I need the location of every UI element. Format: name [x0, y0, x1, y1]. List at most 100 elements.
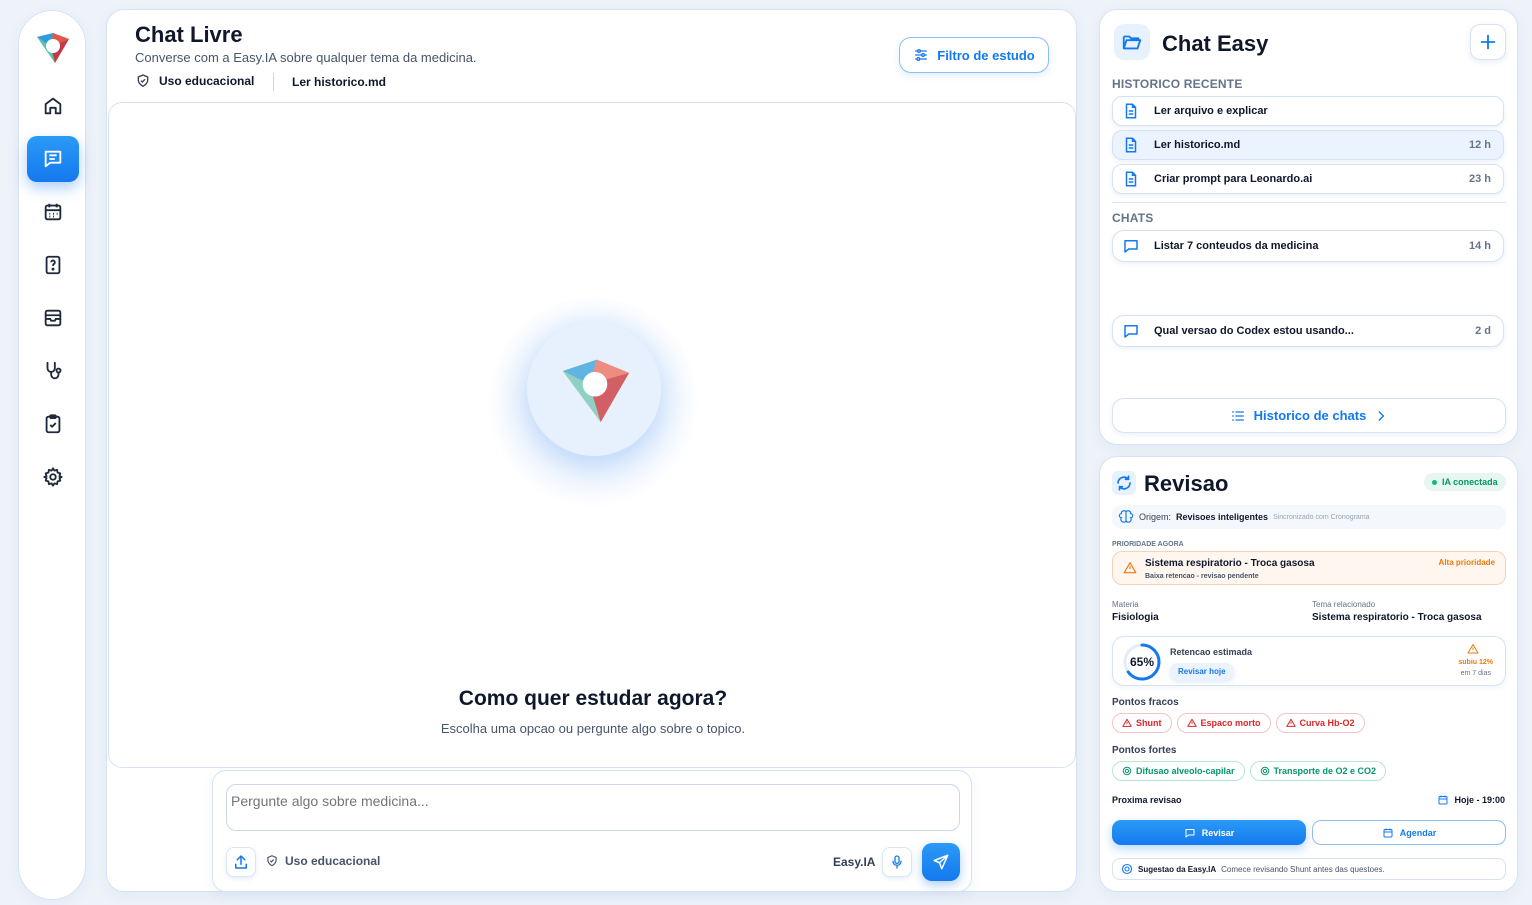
schedule-button-label: Agendar — [1399, 827, 1437, 838]
stethoscope-icon — [46, 361, 62, 380]
origin-value: Revisoes inteligentes — [1176, 512, 1269, 522]
send-button[interactable] — [922, 843, 960, 881]
priority-card[interactable]: Sistema respiratorio - Troca gasosa Baix… — [1112, 551, 1506, 585]
trend-period: em 7 dias — [1460, 670, 1491, 677]
voice-button[interactable] — [882, 847, 912, 877]
educational-label: Uso educacional — [159, 74, 255, 88]
divider — [1112, 202, 1506, 203]
brain-icon — [1118, 510, 1134, 523]
review-today-chip[interactable]: Revisar hoje — [1170, 663, 1234, 680]
topic-label: Tema relacionado — [1312, 600, 1376, 609]
recent-item-label: Criar prompt para Leonardo.ai — [1154, 173, 1313, 185]
chat-item-label: Listar 7 conteudos da medicina — [1154, 240, 1319, 252]
retention-label: Retencao estimada — [1170, 647, 1253, 657]
chat-item-time: 2 d — [1475, 325, 1491, 337]
document-icon — [1125, 171, 1137, 187]
refresh-badge — [1112, 471, 1136, 495]
subject-label: Materia — [1112, 600, 1139, 609]
target-icon — [1122, 766, 1132, 776]
model-label[interactable]: Easy.IA — [833, 855, 875, 869]
weak-point-label: Shunt — [1136, 718, 1162, 728]
strong-point-tag[interactable]: Transporte de O2 e CO2 — [1249, 761, 1387, 781]
nav-calendar[interactable] — [27, 189, 79, 235]
gear-icon — [43, 467, 63, 487]
recent-item[interactable]: Ler historico.md 12 h — [1112, 130, 1504, 160]
empty-state-subtitle: Escolha uma opcao ou pergunte algo sobre… — [440, 721, 746, 736]
new-chat-button[interactable] — [1470, 24, 1506, 60]
strong-point-tag[interactable]: Difusao alveolo-capilar — [1112, 761, 1245, 781]
divider — [273, 73, 274, 91]
weak-point-tag[interactable]: Espaco morto — [1176, 713, 1271, 733]
warning-icon — [1186, 718, 1197, 727]
composer: Uso educacional Easy.IA — [212, 770, 972, 892]
composer-educational-badge: Uso educacional — [265, 854, 380, 868]
nav-home[interactable] — [27, 83, 79, 129]
chat-bubble-icon — [1124, 240, 1138, 253]
chat-bubble-icon — [1124, 325, 1138, 338]
strong-points-label: Pontos fortes — [1112, 745, 1177, 756]
weak-point-tag[interactable]: Curva Hb-O2 — [1275, 713, 1365, 733]
recent-item-label: Ler arquivo e explicar — [1154, 105, 1268, 117]
review-title: Revisao — [1144, 471, 1229, 496]
warning-icon — [1123, 562, 1137, 574]
recent-item[interactable]: Ler arquivo e explicar — [1112, 96, 1504, 126]
chat-easy-title: Chat Easy — [1162, 31, 1269, 56]
message-input[interactable] — [226, 784, 960, 831]
easy-ia-logo — [562, 359, 630, 423]
calendar-icon — [44, 203, 62, 221]
microphone-icon — [892, 855, 902, 869]
nav-tasks[interactable] — [27, 401, 79, 447]
warning-icon — [1467, 644, 1479, 654]
chat-main-panel: Chat Livre Converse com a Easy.IA sobre … — [106, 9, 1077, 892]
review-button-label: Revisar — [1201, 827, 1235, 838]
upload-button[interactable] — [226, 847, 256, 877]
app-logo[interactable] — [33, 29, 73, 65]
weak-point-label: Espaco morto — [1200, 718, 1261, 728]
chats-label: CHATS — [1112, 211, 1154, 225]
warning-icon — [1122, 718, 1132, 727]
question-icon — [45, 255, 61, 275]
calendar-icon — [1438, 795, 1448, 805]
chat-history-button[interactable]: Historico de chats — [1112, 398, 1506, 433]
recent-item-time: 23 h — [1468, 173, 1491, 185]
study-filter-label: Filtro de estudo — [937, 47, 1035, 63]
folder-open-icon — [1122, 35, 1142, 50]
educational-badge: Uso educacional — [135, 73, 254, 89]
ai-status-badge: IA conectada — [1424, 473, 1506, 491]
study-filter-button[interactable]: Filtro de estudo — [899, 37, 1049, 73]
chat-item-label: Qual versao do Codex estou usando... — [1154, 325, 1354, 337]
composer-educational-label: Uso educacional — [285, 854, 381, 868]
nav-questions[interactable] — [27, 242, 79, 288]
schedule-button[interactable]: Agendar — [1312, 820, 1506, 845]
list-icon — [1231, 410, 1244, 421]
origin-sync: Sincronizado com Cronograma — [1273, 513, 1370, 521]
nav-clinical[interactable] — [27, 348, 79, 394]
document-icon — [1125, 103, 1137, 119]
home-icon — [44, 97, 62, 115]
review-button[interactable]: Revisar — [1112, 820, 1306, 845]
next-review-time: Hoje - 19:00 — [1437, 794, 1505, 806]
strong-point-label: Difusao alveolo-capilar — [1136, 766, 1235, 776]
folder-badge — [1114, 24, 1150, 60]
chat-item[interactable]: Qual versao do Codex estou usando... 2 d — [1112, 315, 1504, 347]
chevron-right-icon — [1378, 410, 1385, 421]
weak-point-tag[interactable]: Shunt — [1112, 713, 1172, 733]
status-dot-icon — [1432, 479, 1437, 485]
chat-item[interactable]: Listar 7 conteudos da medicina 14 h — [1112, 230, 1504, 262]
nav-settings[interactable] — [27, 454, 79, 500]
topic-value: Sistema respiratorio - Troca gasosa — [1312, 612, 1482, 623]
trend-up: subiu 12% — [1458, 659, 1493, 666]
review-panel: Revisao IA conectada Origem: Revisoes in… — [1099, 456, 1518, 892]
nav-chat[interactable] — [27, 136, 79, 182]
nav-archive[interactable] — [27, 295, 79, 341]
shield-icon — [137, 74, 149, 88]
current-file-label[interactable]: Ler historico.md — [292, 75, 386, 89]
upload-icon — [235, 855, 247, 869]
ai-suggestion: Sugestao da Easy.IA Comece revisando Shu… — [1112, 858, 1506, 880]
retention-percent: 65% — [1129, 655, 1155, 669]
page-title: Chat Livre — [135, 22, 243, 47]
sliders-icon — [915, 49, 928, 61]
recent-item[interactable]: Criar prompt para Leonardo.ai 23 h — [1112, 164, 1504, 194]
chat-bubble-icon — [1185, 828, 1195, 837]
ai-status-label: IA conectada — [1442, 477, 1498, 487]
